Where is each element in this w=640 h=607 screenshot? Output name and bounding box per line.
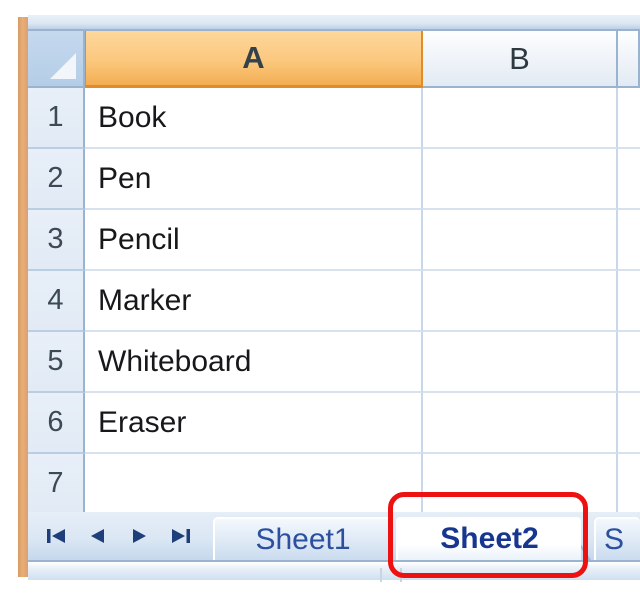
worksheet-grid: A B 1 Book 2 Pen 3 Pencil 4 Marker 5 Whiteboard 6 E… <box>28 31 640 515</box>
cell-c3[interactable] <box>618 210 640 271</box>
row-header[interactable]: 5 <box>28 332 85 393</box>
sheet-nav-buttons <box>28 512 208 560</box>
cell-b4[interactable] <box>423 271 618 332</box>
select-all-triangle-icon <box>50 53 76 79</box>
first-sheet-icon[interactable] <box>40 519 74 553</box>
cell-c2[interactable] <box>618 149 640 210</box>
cell-c4[interactable] <box>618 271 640 332</box>
column-header-b[interactable]: B <box>423 31 618 88</box>
sheet-tab-sheet3-label: S <box>604 522 625 556</box>
worksheet-rows: 1 Book 2 Pen 3 Pencil 4 Marker 5 Whiteboard 6 Erase… <box>28 88 640 515</box>
cell-a3[interactable]: Pencil <box>85 210 423 271</box>
cell-a7[interactable] <box>85 454 423 515</box>
column-header-b-label: B <box>509 40 530 76</box>
column-header-a[interactable]: A <box>85 31 423 88</box>
cell-a4[interactable]: Marker <box>85 271 423 332</box>
row-header[interactable]: 2 <box>28 149 85 210</box>
column-header-c[interactable] <box>618 31 640 88</box>
cell-c6[interactable] <box>618 393 640 454</box>
table-row: 2 Pen <box>28 149 640 210</box>
status-tick <box>380 568 382 582</box>
column-header-a-label: A <box>242 40 265 75</box>
cell-b2[interactable] <box>423 149 618 210</box>
cell-a6[interactable]: Eraser <box>85 393 423 454</box>
row-header[interactable]: 3 <box>28 210 85 271</box>
cell-a1[interactable]: Book <box>85 88 423 149</box>
sheet-tab-sheet1[interactable]: Sheet1 <box>213 517 391 560</box>
top-strip <box>28 15 640 31</box>
cell-c5[interactable] <box>618 332 640 393</box>
status-strip <box>28 560 640 582</box>
last-sheet-icon[interactable] <box>163 519 197 553</box>
column-header-row: A B <box>28 31 640 88</box>
row-header[interactable]: 4 <box>28 271 85 332</box>
table-row: 5 Whiteboard <box>28 332 640 393</box>
cell-c7[interactable] <box>618 454 640 515</box>
row-header[interactable]: 7 <box>28 454 85 515</box>
sheet-tab-bar: Sheet1 Sheet2 S <box>28 512 640 560</box>
cell-b3[interactable] <box>423 210 618 271</box>
cell-a5[interactable]: Whiteboard <box>85 332 423 393</box>
cell-c1[interactable] <box>618 88 640 149</box>
table-row: 3 Pencil <box>28 210 640 271</box>
next-sheet-icon[interactable] <box>122 519 156 553</box>
cell-b5[interactable] <box>423 332 618 393</box>
table-row: 1 Book <box>28 88 640 149</box>
sheet-tab-sheet1-label: Sheet1 <box>255 522 351 556</box>
previous-sheet-icon[interactable] <box>81 519 115 553</box>
status-tick <box>400 568 402 582</box>
table-row: 4 Marker <box>28 271 640 332</box>
sheet-tab-sheet2[interactable]: Sheet2 <box>396 517 581 560</box>
cell-b1[interactable] <box>423 88 618 149</box>
table-row: 6 Eraser <box>28 393 640 454</box>
cell-b7[interactable] <box>423 454 618 515</box>
excel-worksheet: A B 1 Book 2 Pen 3 Pencil 4 Marker 5 Whiteboard 6 E… <box>0 0 640 607</box>
row-header[interactable]: 6 <box>28 393 85 454</box>
cell-a2[interactable]: Pen <box>85 149 423 210</box>
table-row: 7 <box>28 454 640 515</box>
row-header[interactable]: 1 <box>28 88 85 149</box>
left-selection-strip <box>18 17 28 577</box>
select-all-button[interactable] <box>28 31 85 88</box>
sheet-tab-sheet2-label: Sheet2 <box>440 522 539 555</box>
sheet-tab-sheet3[interactable]: S <box>594 517 640 560</box>
cell-b6[interactable] <box>423 393 618 454</box>
